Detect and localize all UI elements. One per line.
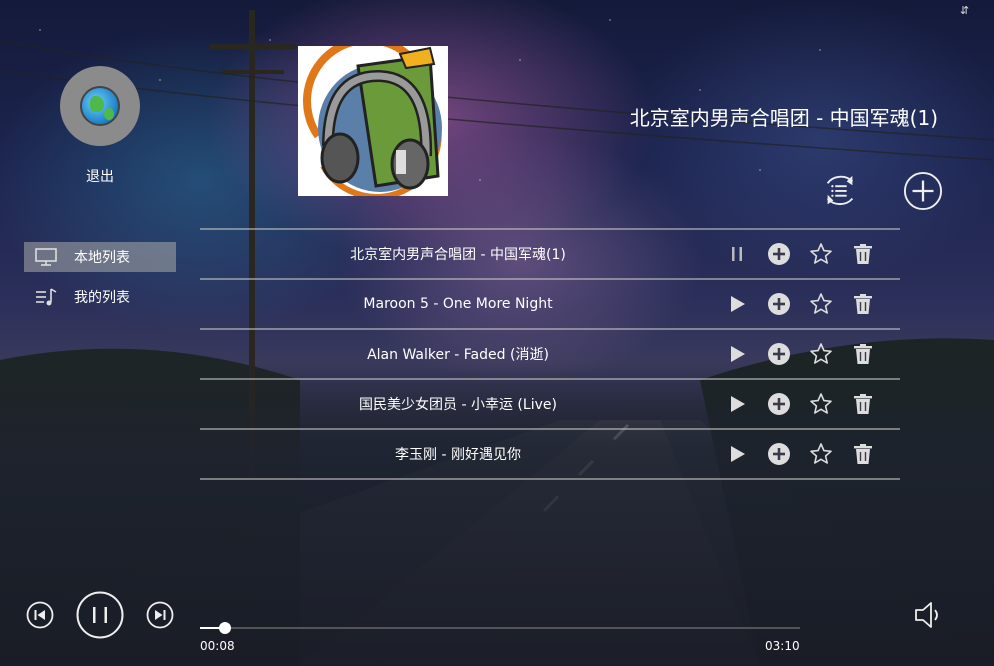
play-icon: [731, 346, 745, 362]
delete-button[interactable]: [842, 290, 884, 318]
play-song-button[interactable]: [716, 440, 758, 468]
pause-icon: [732, 247, 742, 261]
song-title: Maroon 5 - One More Night: [363, 296, 553, 312]
song-actions: [716, 240, 884, 268]
song-row[interactable]: Alan Walker - Faded (消逝): [200, 330, 900, 378]
monitor-icon: [34, 247, 58, 267]
list-divider: [200, 478, 900, 480]
add-circle-icon: [768, 393, 790, 415]
favorite-button[interactable]: [800, 440, 842, 468]
song-list: 北京室内男声合唱团 - 中国军魂(1) Maroon 5 - One More N…: [200, 228, 900, 480]
current-time: 00:08: [200, 639, 235, 653]
headphones-icon: [302, 46, 442, 196]
progress-slider[interactable]: [200, 622, 800, 634]
add-to-list-button[interactable]: [758, 440, 800, 468]
delete-button[interactable]: [842, 340, 884, 368]
song-row[interactable]: 北京室内男声合唱团 - 中国军魂(1): [200, 230, 900, 278]
favorite-button[interactable]: [800, 340, 842, 368]
play-icon: [731, 396, 745, 412]
next-button[interactable]: [146, 601, 174, 629]
sidebar-item-label: 我的列表: [74, 290, 130, 306]
play-song-button[interactable]: [716, 390, 758, 418]
now-playing-title: 北京室内男声合唱团 - 中国军魂(1): [629, 106, 938, 130]
volume-icon: [915, 602, 938, 628]
play-icon: [731, 446, 745, 462]
play-song-button[interactable]: [716, 340, 758, 368]
add-to-list-button[interactable]: [758, 340, 800, 368]
song-row[interactable]: Maroon 5 - One More Night: [200, 280, 900, 328]
globe-icon: [80, 86, 120, 126]
favorite-button[interactable]: [800, 290, 842, 318]
song-title: 北京室内男声合唱团 - 中国军魂(1): [350, 247, 566, 263]
skip-previous-icon: [26, 601, 54, 629]
song-actions: [716, 390, 884, 418]
sidebar-item-label: 本地列表: [74, 250, 130, 266]
trash-icon: [854, 244, 872, 264]
progress-handle[interactable]: [219, 622, 232, 634]
skip-next-icon: [146, 601, 174, 629]
avatar[interactable]: [60, 66, 140, 146]
delete-button[interactable]: [842, 440, 884, 468]
delete-button[interactable]: [842, 240, 884, 268]
add-circle-icon: [903, 171, 943, 211]
album-art: [298, 46, 448, 196]
favorite-button[interactable]: [800, 390, 842, 418]
star-icon: [810, 243, 832, 264]
volume-button[interactable]: [912, 599, 944, 631]
previous-button[interactable]: [26, 601, 54, 629]
loop-list-icon: [826, 175, 854, 206]
trash-icon: [854, 444, 872, 464]
add-circle-icon: [768, 293, 790, 315]
total-time: 03:10: [765, 639, 800, 653]
pause-icon: [76, 591, 124, 639]
play-pause-button[interactable]: [76, 591, 124, 639]
play-mode-button[interactable]: [820, 170, 860, 210]
song-row[interactable]: 李玉刚 - 刚好遇见你: [200, 430, 900, 478]
logout-button[interactable]: 退出: [60, 166, 140, 186]
add-song-button[interactable]: [903, 171, 943, 211]
play-song-button[interactable]: [716, 290, 758, 318]
trash-icon: [854, 294, 872, 314]
play-icon: [731, 296, 745, 312]
delete-button[interactable]: [842, 390, 884, 418]
add-circle-icon: [768, 443, 790, 465]
trash-icon: [854, 344, 872, 364]
trash-icon: [854, 394, 872, 414]
star-icon: [810, 443, 832, 464]
window-corner-icon[interactable]: ⇵: [960, 4, 970, 18]
add-circle-icon: [768, 343, 790, 365]
pause-song-button[interactable]: [716, 240, 758, 268]
star-icon: [810, 343, 832, 364]
song-row[interactable]: 国民美少女团员 - 小幸运 (Live): [200, 380, 900, 428]
sidebar-item-my-list[interactable]: 我的列表: [24, 282, 176, 312]
song-actions: [716, 440, 884, 468]
song-actions: [716, 340, 884, 368]
star-icon: [810, 393, 832, 414]
add-to-list-button[interactable]: [758, 290, 800, 318]
song-title: 李玉刚 - 刚好遇见你: [395, 447, 521, 463]
song-actions: [716, 290, 884, 318]
add-to-list-button[interactable]: [758, 240, 800, 268]
star-icon: [810, 293, 832, 314]
song-title: 国民美少女团员 - 小幸运 (Live): [359, 397, 557, 413]
add-circle-icon: [768, 243, 790, 265]
song-title: Alan Walker - Faded (消逝): [367, 347, 549, 363]
favorite-button[interactable]: [800, 240, 842, 268]
sidebar-item-local-list[interactable]: 本地列表: [24, 242, 176, 272]
add-to-list-button[interactable]: [758, 390, 800, 418]
music-list-icon: [34, 287, 58, 307]
